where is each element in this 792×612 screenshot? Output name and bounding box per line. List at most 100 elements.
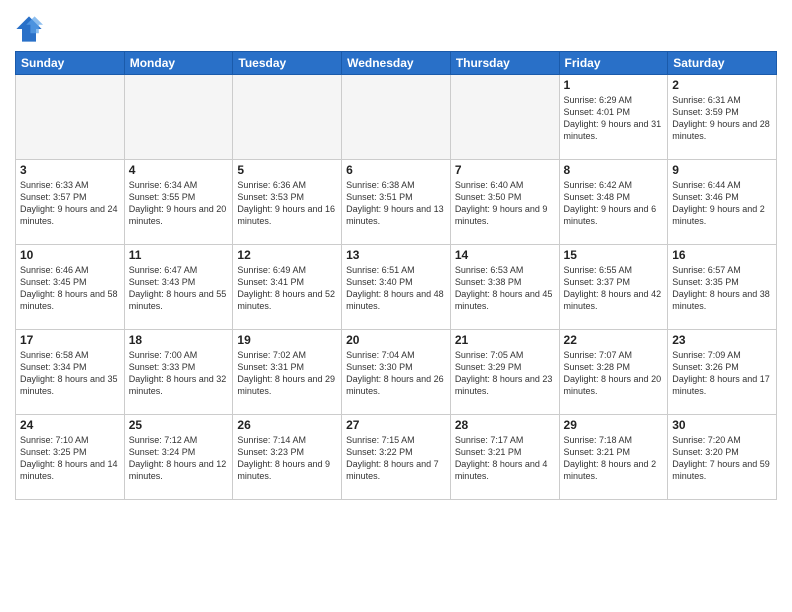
- calendar-cell-w5d1: 24Sunrise: 7:10 AM Sunset: 3:25 PM Dayli…: [16, 415, 125, 500]
- week-row-3: 10 Sunrise: 6:46 AM Sunset: 3:45 PM Dayli…: [16, 245, 777, 330]
- day-number: 4: [129, 163, 229, 177]
- day-info: Sunrise: 6:51 AM Sunset: 3:40 PM Dayligh…: [346, 264, 446, 313]
- calendar-cell-w1d1: [16, 75, 125, 160]
- day-number: 29: [564, 418, 664, 432]
- logo: [15, 15, 46, 43]
- day-info: Sunrise: 6:44 AM Sunset: 3:46 PM Dayligh…: [672, 179, 772, 228]
- weekday-header-sunday: Sunday: [16, 52, 125, 75]
- weekday-header-thursday: Thursday: [450, 52, 559, 75]
- day-number: 22: [564, 333, 664, 347]
- day-number: 12: [237, 248, 337, 262]
- day-info: Sunrise: 7:17 AM Sunset: 3:21 PM Dayligh…: [455, 434, 555, 483]
- day-number: 14: [455, 248, 555, 262]
- calendar-cell-w1d3: [233, 75, 342, 160]
- day-number: 6: [346, 163, 446, 177]
- calendar-cell-w2d5: 7Sunrise: 6:40 AM Sunset: 3:50 PM Daylig…: [450, 160, 559, 245]
- day-info: Sunrise: 7:18 AM Sunset: 3:21 PM Dayligh…: [564, 434, 664, 483]
- calendar-cell-w5d2: 25 Sunrise: 7:12 AM Sunset: 3:24 PM Dayli…: [124, 415, 233, 500]
- day-info: Sunrise: 6:53 AM Sunset: 3:38 PM Dayligh…: [455, 264, 555, 313]
- day-number: 27: [346, 418, 446, 432]
- day-number: 1: [564, 78, 664, 92]
- calendar-cell-w3d5: 14 Sunrise: 6:53 AM Sunset: 3:38 PM Dayli…: [450, 245, 559, 330]
- week-row-4: 17 Sunrise: 6:58 AM Sunset: 3:34 PM Dayli…: [16, 330, 777, 415]
- day-info: Sunrise: 6:55 AM Sunset: 3:37 PM Dayligh…: [564, 264, 664, 313]
- weekday-header-monday: Monday: [124, 52, 233, 75]
- day-info: Sunrise: 6:58 AM Sunset: 3:34 PM Dayligh…: [20, 349, 120, 398]
- day-info: Sunrise: 6:47 AM Sunset: 3:43 PM Dayligh…: [129, 264, 229, 313]
- day-number: 11: [129, 248, 229, 262]
- day-number: 21: [455, 333, 555, 347]
- week-row-5: 24Sunrise: 7:10 AM Sunset: 3:25 PM Dayli…: [16, 415, 777, 500]
- calendar-cell-w1d4: [342, 75, 451, 160]
- day-info: Sunrise: 7:05 AM Sunset: 3:29 PM Dayligh…: [455, 349, 555, 398]
- day-info: Sunrise: 6:38 AM Sunset: 3:51 PM Dayligh…: [346, 179, 446, 228]
- calendar-cell-w1d7: 2Sunrise: 6:31 AM Sunset: 3:59 PM Daylig…: [668, 75, 777, 160]
- calendar-cell-w3d3: 12 Sunrise: 6:49 AM Sunset: 3:41 PM Dayli…: [233, 245, 342, 330]
- day-number: 19: [237, 333, 337, 347]
- calendar-cell-w5d6: 29 Sunrise: 7:18 AM Sunset: 3:21 PM Dayli…: [559, 415, 668, 500]
- weekday-header-row: SundayMondayTuesdayWednesdayThursdayFrid…: [16, 52, 777, 75]
- day-info: Sunrise: 7:15 AM Sunset: 3:22 PM Dayligh…: [346, 434, 446, 483]
- day-number: 30: [672, 418, 772, 432]
- day-number: 16: [672, 248, 772, 262]
- calendar-cell-w1d6: 1 Sunrise: 6:29 AM Sunset: 4:01 PM Daylig…: [559, 75, 668, 160]
- day-info: Sunrise: 6:42 AM Sunset: 3:48 PM Dayligh…: [564, 179, 664, 228]
- day-info: Sunrise: 6:34 AM Sunset: 3:55 PM Dayligh…: [129, 179, 229, 228]
- day-info: Sunrise: 7:04 AM Sunset: 3:30 PM Dayligh…: [346, 349, 446, 398]
- day-number: 25: [129, 418, 229, 432]
- day-info: Sunrise: 7:07 AM Sunset: 3:28 PM Dayligh…: [564, 349, 664, 398]
- logo-icon: [15, 15, 43, 43]
- calendar-cell-w4d4: 20 Sunrise: 7:04 AM Sunset: 3:30 PM Dayli…: [342, 330, 451, 415]
- day-info: Sunrise: 6:57 AM Sunset: 3:35 PM Dayligh…: [672, 264, 772, 313]
- day-info: Sunrise: 7:00 AM Sunset: 3:33 PM Dayligh…: [129, 349, 229, 398]
- calendar-cell-w4d7: 23 Sunrise: 7:09 AM Sunset: 3:26 PM Dayli…: [668, 330, 777, 415]
- header: [15, 10, 777, 43]
- day-info: Sunrise: 6:29 AM Sunset: 4:01 PM Dayligh…: [564, 94, 664, 143]
- day-number: 13: [346, 248, 446, 262]
- day-number: 8: [564, 163, 664, 177]
- weekday-header-friday: Friday: [559, 52, 668, 75]
- day-info: Sunrise: 6:33 AM Sunset: 3:57 PM Dayligh…: [20, 179, 120, 228]
- weekday-header-tuesday: Tuesday: [233, 52, 342, 75]
- day-info: Sunrise: 7:10 AM Sunset: 3:25 PM Dayligh…: [20, 434, 120, 483]
- day-info: Sunrise: 6:46 AM Sunset: 3:45 PM Dayligh…: [20, 264, 120, 313]
- day-number: 20: [346, 333, 446, 347]
- calendar-cell-w5d5: 28Sunrise: 7:17 AM Sunset: 3:21 PM Dayli…: [450, 415, 559, 500]
- calendar-cell-w2d7: 9Sunrise: 6:44 AM Sunset: 3:46 PM Daylig…: [668, 160, 777, 245]
- day-number: 17: [20, 333, 120, 347]
- calendar-cell-w3d1: 10 Sunrise: 6:46 AM Sunset: 3:45 PM Dayli…: [16, 245, 125, 330]
- day-info: Sunrise: 7:02 AM Sunset: 3:31 PM Dayligh…: [237, 349, 337, 398]
- day-number: 5: [237, 163, 337, 177]
- calendar-cell-w5d4: 27 Sunrise: 7:15 AM Sunset: 3:22 PM Dayli…: [342, 415, 451, 500]
- calendar-cell-w5d7: 30 Sunrise: 7:20 AM Sunset: 3:20 PM Dayli…: [668, 415, 777, 500]
- week-row-2: 3 Sunrise: 6:33 AM Sunset: 3:57 PM Daylig…: [16, 160, 777, 245]
- calendar-cell-w2d3: 5Sunrise: 6:36 AM Sunset: 3:53 PM Daylig…: [233, 160, 342, 245]
- day-info: Sunrise: 7:09 AM Sunset: 3:26 PM Dayligh…: [672, 349, 772, 398]
- calendar-cell-w3d2: 11 Sunrise: 6:47 AM Sunset: 3:43 PM Dayli…: [124, 245, 233, 330]
- day-number: 7: [455, 163, 555, 177]
- page: SundayMondayTuesdayWednesdayThursdayFrid…: [0, 0, 792, 612]
- calendar-cell-w2d4: 6 Sunrise: 6:38 AM Sunset: 3:51 PM Daylig…: [342, 160, 451, 245]
- calendar-cell-w4d2: 18 Sunrise: 7:00 AM Sunset: 3:33 PM Dayli…: [124, 330, 233, 415]
- calendar-cell-w3d6: 15 Sunrise: 6:55 AM Sunset: 3:37 PM Dayli…: [559, 245, 668, 330]
- day-info: Sunrise: 7:20 AM Sunset: 3:20 PM Dayligh…: [672, 434, 772, 483]
- calendar-cell-w2d6: 8 Sunrise: 6:42 AM Sunset: 3:48 PM Daylig…: [559, 160, 668, 245]
- day-number: 23: [672, 333, 772, 347]
- day-info: Sunrise: 7:12 AM Sunset: 3:24 PM Dayligh…: [129, 434, 229, 483]
- calendar-table: SundayMondayTuesdayWednesdayThursdayFrid…: [15, 51, 777, 500]
- calendar-cell-w5d3: 26Sunrise: 7:14 AM Sunset: 3:23 PM Dayli…: [233, 415, 342, 500]
- weekday-header-wednesday: Wednesday: [342, 52, 451, 75]
- week-row-1: 1 Sunrise: 6:29 AM Sunset: 4:01 PM Daylig…: [16, 75, 777, 160]
- day-number: 15: [564, 248, 664, 262]
- weekday-header-saturday: Saturday: [668, 52, 777, 75]
- day-number: 10: [20, 248, 120, 262]
- calendar-cell-w1d5: [450, 75, 559, 160]
- day-number: 3: [20, 163, 120, 177]
- calendar-cell-w4d6: 22 Sunrise: 7:07 AM Sunset: 3:28 PM Dayli…: [559, 330, 668, 415]
- calendar-cell-w4d3: 19 Sunrise: 7:02 AM Sunset: 3:31 PM Dayli…: [233, 330, 342, 415]
- day-info: Sunrise: 6:49 AM Sunset: 3:41 PM Dayligh…: [237, 264, 337, 313]
- calendar-cell-w3d7: 16 Sunrise: 6:57 AM Sunset: 3:35 PM Dayli…: [668, 245, 777, 330]
- calendar-cell-w2d2: 4 Sunrise: 6:34 AM Sunset: 3:55 PM Daylig…: [124, 160, 233, 245]
- day-number: 18: [129, 333, 229, 347]
- calendar-cell-w1d2: [124, 75, 233, 160]
